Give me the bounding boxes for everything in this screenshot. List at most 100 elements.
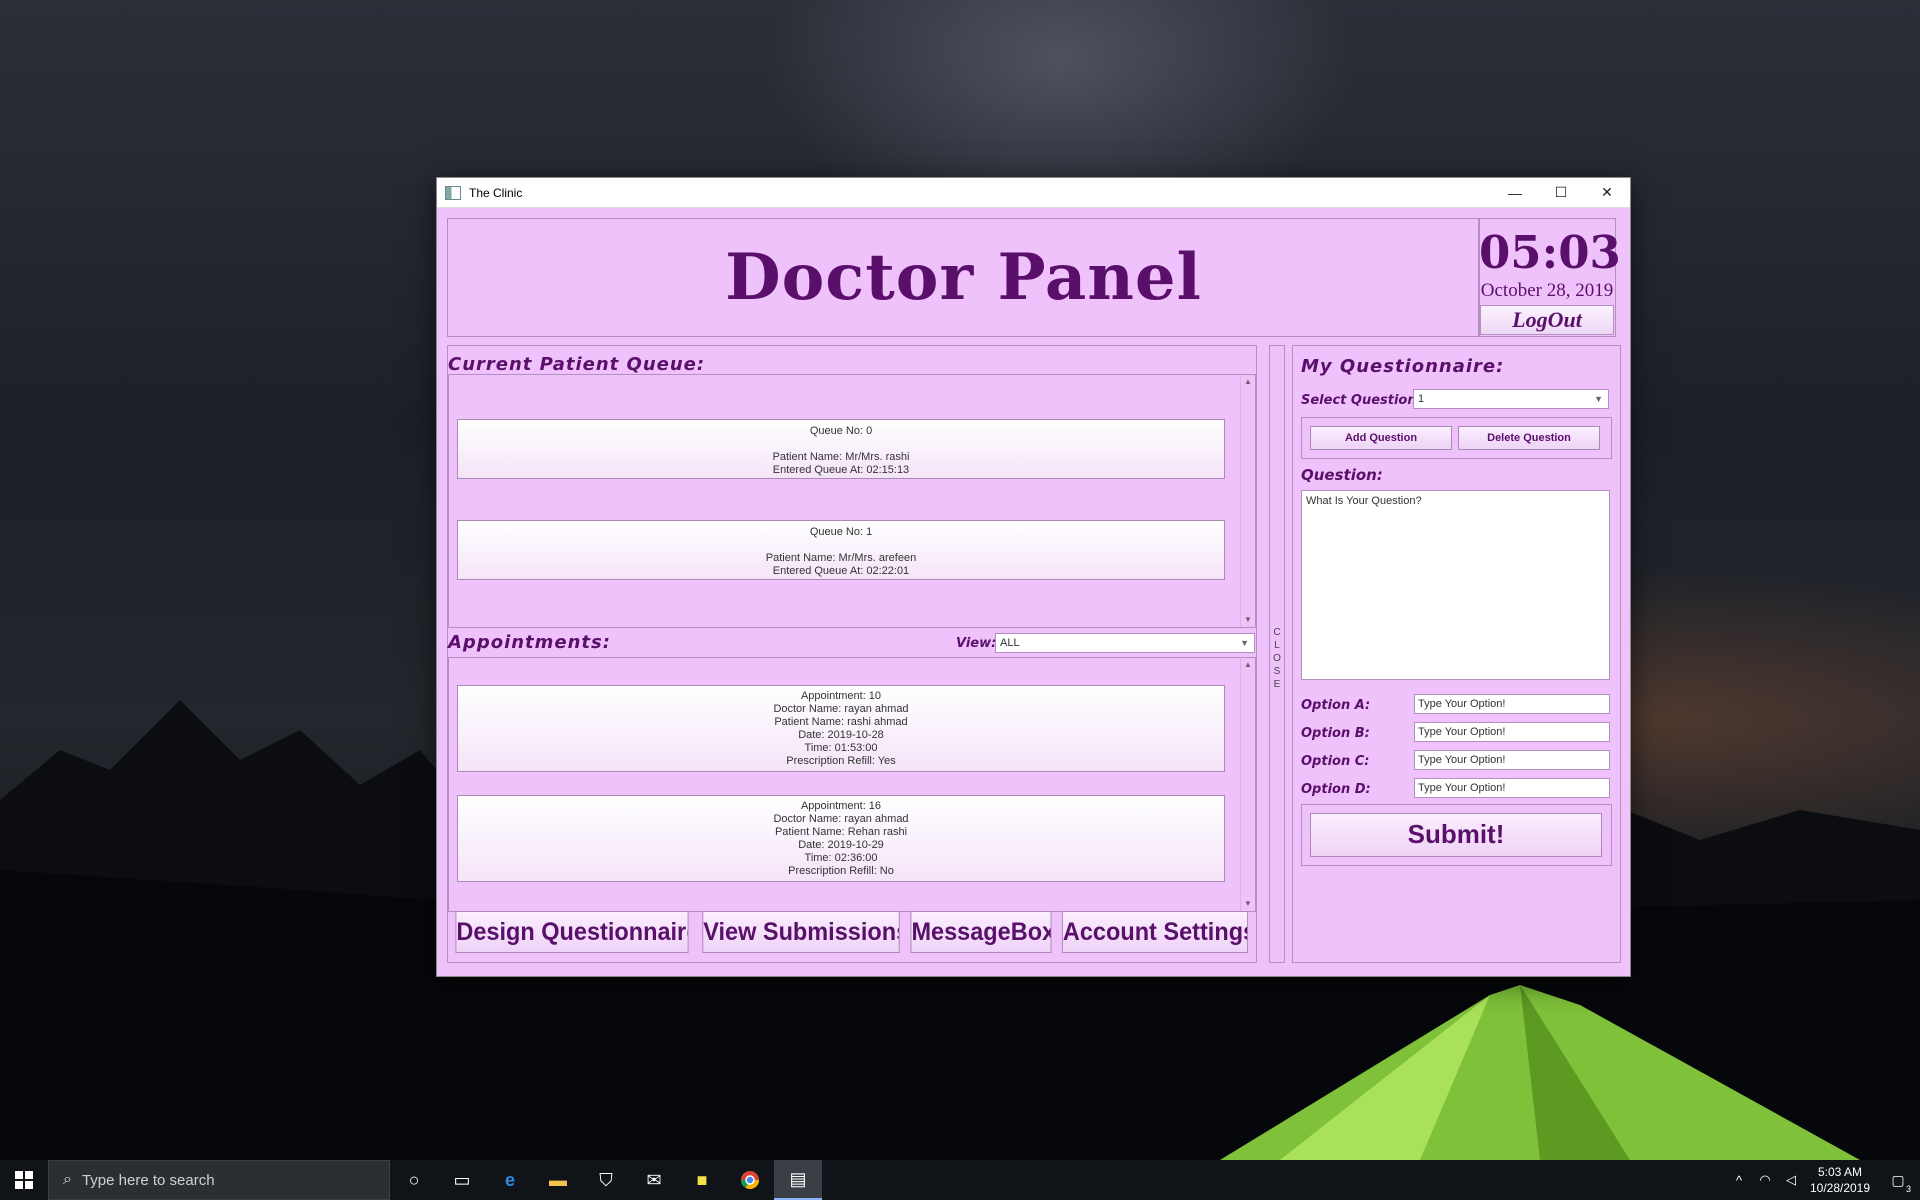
queue-number: Queue No: 1 [809, 526, 873, 538]
option-b-input[interactable]: Type Your Option! [1414, 722, 1610, 742]
appointment-patient: Patient Name: Rehan rashi [774, 826, 908, 838]
taskbar-clock[interactable]: 5:03 AM 10/28/2019 [1804, 1164, 1876, 1196]
appointment-time: Time: 02:36:00 [804, 852, 878, 864]
close-letter: E [1273, 679, 1281, 690]
scroll-up-icon[interactable]: ▲ [1241, 658, 1255, 672]
app-icon [445, 185, 461, 200]
file-explorer-icon[interactable]: ▬ [534, 1160, 582, 1200]
header-panel: Doctor Panel [447, 218, 1480, 337]
queue-list[interactable]: Queue No: 0 Patient Name: Mr/Mrs. rashi … [448, 374, 1256, 628]
bottom-nav: Design Questionnaire View Submissions Me… [448, 911, 1256, 953]
close-letter: O [1273, 653, 1281, 664]
queue-scrollbar[interactable]: ▲ ▼ [1240, 375, 1255, 627]
clock-time: 05:03 [1479, 226, 1621, 279]
appointment-refill: Prescription Refill: Yes [786, 755, 896, 767]
taskbar-time: 5:03 AM [1817, 1165, 1863, 1179]
chevron-down-icon: ▼ [1594, 394, 1603, 404]
questionnaire-title: My Questionnaire: [1301, 356, 1505, 377]
appointment-id: Appointment: 16 [800, 800, 882, 812]
appointment-id: Appointment: 10 [800, 690, 882, 702]
logout-button[interactable]: LogOut [1480, 305, 1614, 335]
design-questionnaire-button[interactable]: Design Questionnaire [455, 911, 689, 953]
clinic-window: The Clinic — ☐ ✕ Doctor Panel 05:03 Octo… [436, 177, 1631, 977]
option-b-label: Option B: [1301, 726, 1370, 741]
appointments-label: Appointments: [448, 632, 611, 653]
close-letter: L [1274, 640, 1280, 651]
scroll-up-icon[interactable]: ▲ [1241, 375, 1255, 389]
appointment-doctor: Doctor Name: rayan ahmad [773, 703, 909, 715]
option-c-input[interactable]: Type Your Option! [1414, 750, 1610, 770]
clock-date: October 28, 2019 [1480, 280, 1614, 301]
appointments-list[interactable]: Appointment: 10 Doctor Name: rayan ahmad… [448, 657, 1256, 912]
option-d-label: Option D: [1301, 782, 1371, 797]
queue-number: Queue No: 0 [809, 425, 873, 437]
option-d-input[interactable]: Type Your Option! [1414, 778, 1610, 798]
select-question-value: 1 [1418, 393, 1425, 405]
delete-question-button[interactable]: Delete Question [1458, 426, 1600, 450]
option-c-label: Option C: [1301, 754, 1370, 769]
queue-entered-time: Entered Queue At: 02:22:01 [772, 565, 910, 577]
close-panel-strip[interactable]: C L O S E [1269, 345, 1285, 963]
close-letter: S [1273, 666, 1281, 677]
minimize-button[interactable]: — [1492, 178, 1538, 207]
scroll-down-icon[interactable]: ▼ [1241, 613, 1255, 627]
window-title: The Clinic [469, 185, 523, 200]
close-letter: C [1273, 627, 1281, 638]
volume-icon[interactable]: ◁ [1778, 1160, 1804, 1200]
appointments-scrollbar[interactable]: ▲ ▼ [1240, 658, 1255, 911]
chevron-up-icon[interactable]: ^ [1726, 1160, 1752, 1200]
submit-button[interactable]: Submit! [1310, 813, 1602, 857]
system-tray: ^ ◠ ◁ 5:03 AM 10/28/2019 ▢ 3 [1726, 1160, 1920, 1200]
queue-card[interactable]: Queue No: 0 Patient Name: Mr/Mrs. rashi … [457, 419, 1225, 479]
taskbar-search-box[interactable]: ⌕ Type here to search [48, 1160, 390, 1200]
title-bar: The Clinic — ☐ ✕ [437, 178, 1630, 208]
maximize-button[interactable]: ☐ [1538, 178, 1584, 207]
windows-start-icon[interactable] [0, 1160, 48, 1200]
appointment-patient: Patient Name: rashi ahmad [774, 716, 908, 728]
submit-box: Submit! [1301, 804, 1612, 866]
appointment-date: Date: 2019-10-28 [798, 729, 884, 741]
clinic-app-icon[interactable]: ▤ [774, 1160, 822, 1200]
chrome-icon[interactable] [726, 1160, 774, 1200]
store-icon[interactable]: ⛉ [582, 1160, 630, 1200]
search-placeholder: Type here to search [81, 1171, 215, 1189]
questionnaire-panel: My Questionnaire: Select Question: 1 ▼ A… [1292, 345, 1621, 963]
mail-icon[interactable]: ✉ [630, 1160, 678, 1200]
account-settings-button[interactable]: Account Settings [1061, 911, 1249, 953]
appointment-card[interactable]: Appointment: 10 Doctor Name: rayan ahmad… [457, 685, 1225, 772]
select-question-dropdown[interactable]: 1 ▼ [1413, 389, 1609, 409]
view-filter-select[interactable]: ALL ▼ [995, 633, 1255, 653]
network-icon[interactable]: ◠ [1752, 1160, 1778, 1200]
chevron-down-icon: ▼ [1240, 638, 1249, 648]
cortana-icon[interactable]: ○ [390, 1160, 438, 1200]
taskbar-date: 10/28/2019 [1809, 1181, 1871, 1195]
close-strip-label: C L O S E [1270, 626, 1284, 691]
question-actions-box: Add Question Delete Question [1301, 417, 1612, 459]
taskbar: ⌕ Type here to search ○ ▭ e ▬ ⛉ ✉ ■ ▤ ^ … [0, 1160, 1920, 1200]
question-textarea[interactable]: What Is Your Question? [1301, 490, 1610, 680]
messagebox-button[interactable]: MessageBox [910, 911, 1052, 953]
view-filter-value: ALL [1000, 637, 1020, 649]
appointment-card[interactable]: Appointment: 16 Doctor Name: rayan ahmad… [457, 795, 1225, 882]
question-label: Question: [1301, 466, 1383, 484]
appointment-doctor: Doctor Name: rayan ahmad [773, 813, 909, 825]
notification-icon[interactable]: ▢ 3 [1876, 1160, 1920, 1200]
search-icon: ⌕ [63, 1171, 72, 1188]
sticky-notes-icon[interactable]: ■ [678, 1160, 726, 1200]
add-question-button[interactable]: Add Question [1310, 426, 1452, 450]
close-button[interactable]: ✕ [1584, 178, 1630, 207]
edge-browser-icon[interactable]: e [486, 1160, 534, 1200]
scroll-down-icon[interactable]: ▼ [1241, 897, 1255, 911]
view-label: View: [956, 636, 997, 651]
left-panel: Current Patient Queue: Queue No: 0 Patie… [447, 345, 1257, 963]
clock-panel: 05:03 October 28, 2019 LogOut [1478, 218, 1621, 337]
task-view-icon[interactable]: ▭ [438, 1160, 486, 1200]
queue-card[interactable]: Queue No: 1 Patient Name: Mr/Mrs. arefee… [457, 520, 1225, 580]
appointment-refill: Prescription Refill: No [788, 865, 894, 877]
appointment-date: Date: 2019-10-29 [798, 839, 884, 851]
view-submissions-button[interactable]: View Submissions [702, 911, 900, 953]
page-title: Doctor Panel [725, 240, 1202, 315]
option-a-input[interactable]: Type Your Option! [1414, 694, 1610, 714]
queue-patient-name: Patient Name: Mr/Mrs. arefeen [765, 552, 917, 564]
select-question-label: Select Question: [1301, 393, 1422, 408]
